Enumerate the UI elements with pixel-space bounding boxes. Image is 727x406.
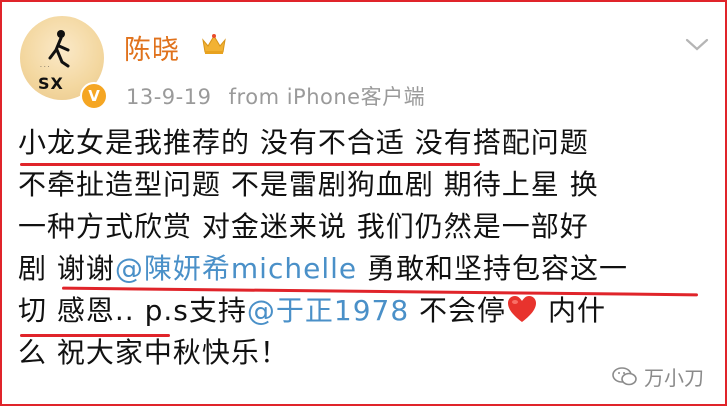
avatar-small-text: · · ·: [40, 64, 50, 71]
watermark: 万小刀: [612, 362, 704, 391]
highlight-underline: [20, 334, 170, 337]
verified-badge: V: [80, 82, 108, 110]
post-source: from iPhone客户端: [228, 85, 426, 109]
mention-link[interactable]: @于正1978: [247, 294, 409, 327]
post-line-5: 切 感恩.. p.s支持@于正1978 不会停 内什: [18, 290, 718, 332]
post-line-4-prefix: 剧 谢谢: [18, 252, 115, 285]
watermark-text: 万小刀: [644, 366, 704, 390]
post-line-5-after-heart: 内什: [538, 294, 606, 327]
post-line-3: 一种方式欣赏 对金迷来说 我们仍然是一部好: [18, 210, 589, 243]
post-line-4-suffix: 勇敢和坚持包容这一: [357, 252, 629, 285]
heart-icon: [508, 296, 537, 322]
wechat-icon: [612, 366, 637, 385]
username[interactable]: 陈晓: [124, 28, 180, 67]
post-line-1: 小龙女是我推荐的 没有不合适 没有搭配问题: [18, 126, 589, 159]
post-line-4: 剧 谢谢@陳妍希michelle 勇敢和坚持包容这一: [18, 248, 718, 290]
avatar-figure-icon: [48, 30, 70, 68]
post-meta: 13-9-19 from iPhone客户端: [126, 81, 425, 111]
post-line-5-prefix: 切 感恩.. p.s支持: [18, 294, 247, 327]
crown-icon: [202, 34, 226, 54]
post-date: 13-9-19: [126, 85, 212, 109]
chevron-down-icon[interactable]: [684, 36, 710, 54]
post-line-2: 不牵扯造型问题 不是雷剧狗血剧 期待上星 换: [18, 168, 599, 201]
avatar-text: SX: [38, 74, 64, 93]
post-line-5-suffix: 不会停: [409, 294, 507, 327]
mention-link[interactable]: @陳妍希michelle: [115, 252, 357, 285]
highlight-underline: [20, 163, 480, 166]
screenshot-frame: · · · SX V 陈晓 13-9-19 from iPhone客户端 小龙女…: [0, 0, 727, 406]
